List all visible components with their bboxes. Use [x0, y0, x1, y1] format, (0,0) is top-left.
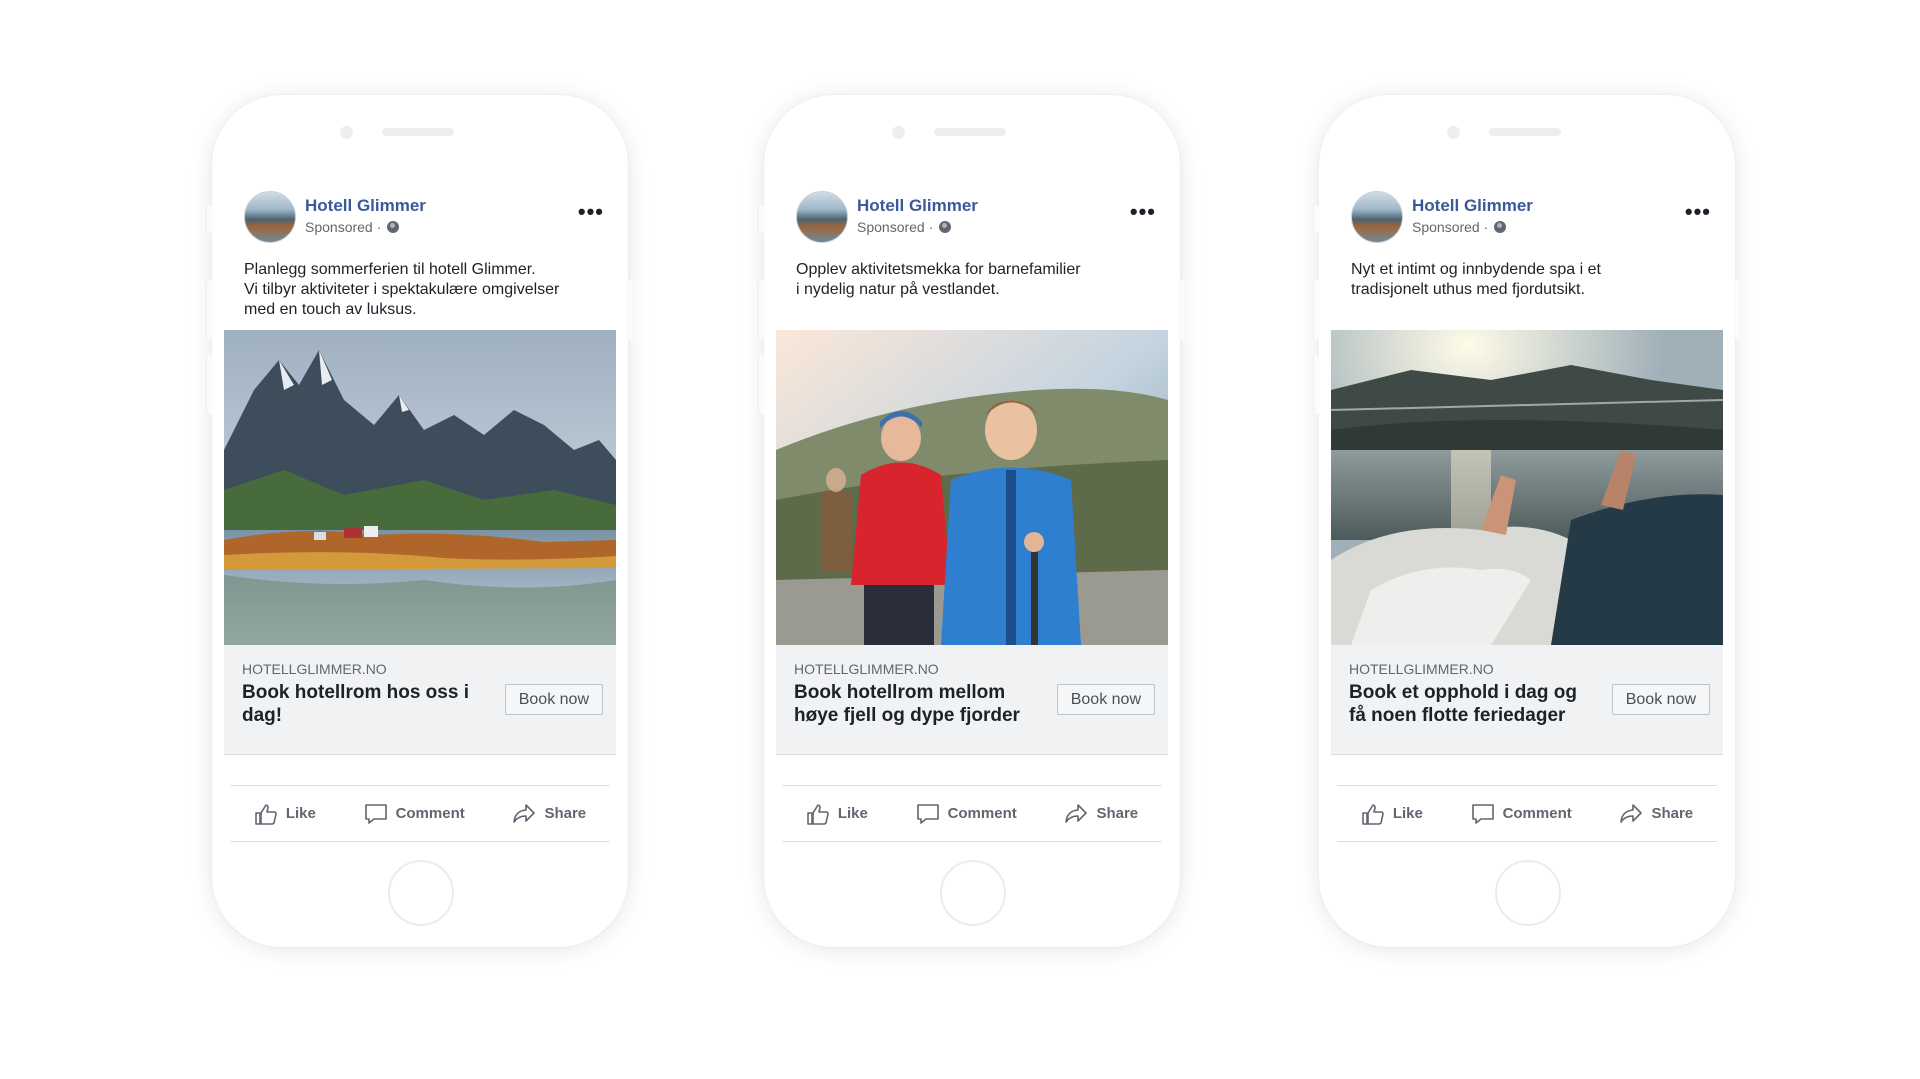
thumbs-up-icon — [1362, 803, 1384, 825]
post-header: Hotell Glimmer Sponsored · ••• — [776, 187, 1168, 245]
share-label: Share — [544, 805, 587, 822]
comment-icon — [916, 803, 939, 824]
avatar[interactable] — [796, 191, 848, 243]
share-button[interactable]: Share — [512, 803, 586, 825]
page-name-link[interactable]: Hotell Glimmer — [857, 196, 978, 216]
share-icon — [513, 803, 536, 823]
book-now-button[interactable]: Book now — [1056, 684, 1155, 715]
action-bar: Like Comment Share — [230, 785, 610, 842]
share-button[interactable]: Share — [1064, 803, 1138, 825]
post-header: Hotell Glimmer Sponsored · ••• — [1331, 187, 1723, 245]
ad-headline[interactable]: Book et opphold i dag og få noen flotte … — [1349, 681, 1579, 727]
home-button[interactable] — [388, 860, 454, 926]
sponsored-label: Sponsored · — [305, 219, 400, 235]
like-button[interactable]: Like — [254, 803, 316, 825]
phone-button — [1314, 280, 1319, 340]
share-icon — [1065, 803, 1088, 823]
avatar[interactable] — [1351, 191, 1403, 243]
comment-button[interactable]: Comment — [1471, 803, 1572, 825]
cta-section[interactable]: HOTELLGLIMMER.NO Book et opphold i dag o… — [1331, 645, 1723, 755]
phone-button — [1314, 355, 1319, 415]
home-button[interactable] — [940, 860, 1006, 926]
like-button[interactable]: Like — [1361, 803, 1423, 825]
camera-icon — [340, 126, 353, 139]
mountain-lake-photo[interactable] — [224, 330, 616, 645]
home-button[interactable] — [1495, 860, 1561, 926]
cta-section[interactable]: HOTELLGLIMMER.NO Book hotellrom hos oss … — [224, 645, 616, 755]
globe-icon — [1494, 221, 1507, 233]
phone-button — [759, 280, 764, 340]
avatar[interactable] — [244, 191, 296, 243]
phone-mockup-2: Hotell Glimmer Sponsored · ••• Opplev ak… — [759, 95, 1185, 947]
share-label: Share — [1096, 805, 1139, 822]
action-bar: Like Comment Share — [782, 785, 1162, 842]
comment-button[interactable]: Comment — [916, 803, 1017, 825]
globe-icon — [387, 221, 400, 233]
phone-button — [207, 280, 212, 340]
phone-button — [1735, 280, 1740, 340]
phone-mockup-3: Hotell Glimmer Sponsored · ••• Nyt et in… — [1314, 95, 1740, 947]
ad-headline[interactable]: Book hotellrom hos oss i dag! — [242, 681, 472, 727]
like-button[interactable]: Like — [806, 803, 868, 825]
link-domain: HOTELLGLIMMER.NO — [794, 661, 939, 677]
book-now-button[interactable]: Book now — [1611, 684, 1710, 715]
camera-icon — [892, 126, 905, 139]
post-header: Hotell Glimmer Sponsored · ••• — [224, 187, 616, 245]
phone-mockup-1: Hotell Glimmer Sponsored · ••• Planlegg … — [207, 95, 633, 947]
cta-section[interactable]: HOTELLGLIMMER.NO Book hotellrom mellom h… — [776, 645, 1168, 755]
ad-post: Hotell Glimmer Sponsored · ••• Planlegg … — [224, 187, 616, 755]
comment-icon — [364, 803, 387, 824]
like-label: Like — [837, 805, 868, 822]
thumbs-up-icon — [255, 803, 277, 825]
more-options-icon[interactable]: ••• — [1685, 201, 1711, 223]
share-label: Share — [1651, 805, 1694, 822]
comment-icon — [1471, 803, 1494, 824]
phone-button — [1314, 205, 1319, 233]
phone-button — [207, 205, 212, 233]
ad-post: Hotell Glimmer Sponsored · ••• Opplev ak… — [776, 187, 1168, 755]
sponsored-label: Sponsored · — [857, 219, 952, 235]
more-options-icon[interactable]: ••• — [1130, 201, 1156, 223]
speaker-slot — [934, 128, 1006, 136]
link-domain: HOTELLGLIMMER.NO — [1349, 661, 1494, 677]
sponsored-text: Sponsored · — [1412, 219, 1489, 235]
ad-post: Hotell Glimmer Sponsored · ••• Nyt et in… — [1331, 187, 1723, 755]
book-now-button[interactable]: Book now — [504, 684, 603, 715]
sponsored-text: Sponsored · — [305, 219, 382, 235]
post-caption: Planlegg sommerferien til hotell Glimmer… — [244, 261, 560, 318]
page-name-link[interactable]: Hotell Glimmer — [305, 196, 426, 216]
phone-button — [628, 280, 633, 340]
share-button[interactable]: Share — [1619, 803, 1693, 825]
spa-fjord-view-photo[interactable] — [1331, 330, 1723, 645]
post-caption: Nyt et intimt og innbydende spa i et tra… — [1351, 261, 1601, 298]
sponsored-label: Sponsored · — [1412, 219, 1507, 235]
link-domain: HOTELLGLIMMER.NO — [242, 661, 387, 677]
sponsored-text: Sponsored · — [857, 219, 934, 235]
action-bar: Like Comment Share — [1337, 785, 1717, 842]
thumbs-up-icon — [807, 803, 829, 825]
family-hiking-photo[interactable] — [776, 330, 1168, 645]
share-icon — [1620, 803, 1643, 823]
comment-label: Comment — [947, 805, 1017, 822]
ad-headline[interactable]: Book hotellrom mellom høye fjell og dype… — [794, 681, 1024, 727]
like-label: Like — [1392, 805, 1423, 822]
comment-button[interactable]: Comment — [364, 803, 465, 825]
speaker-slot — [1489, 128, 1561, 136]
camera-icon — [1447, 126, 1460, 139]
speaker-slot — [382, 128, 454, 136]
phone-button — [759, 355, 764, 415]
page-name-link[interactable]: Hotell Glimmer — [1412, 196, 1533, 216]
globe-icon — [939, 221, 952, 233]
comment-label: Comment — [1502, 805, 1572, 822]
phone-button — [759, 205, 764, 233]
post-caption: Opplev aktivitetsmekka for barnefamilier… — [796, 261, 1081, 298]
more-options-icon[interactable]: ••• — [578, 201, 604, 223]
phone-button — [207, 355, 212, 415]
like-label: Like — [285, 805, 316, 822]
comment-label: Comment — [395, 805, 465, 822]
phone-button — [1180, 280, 1185, 340]
